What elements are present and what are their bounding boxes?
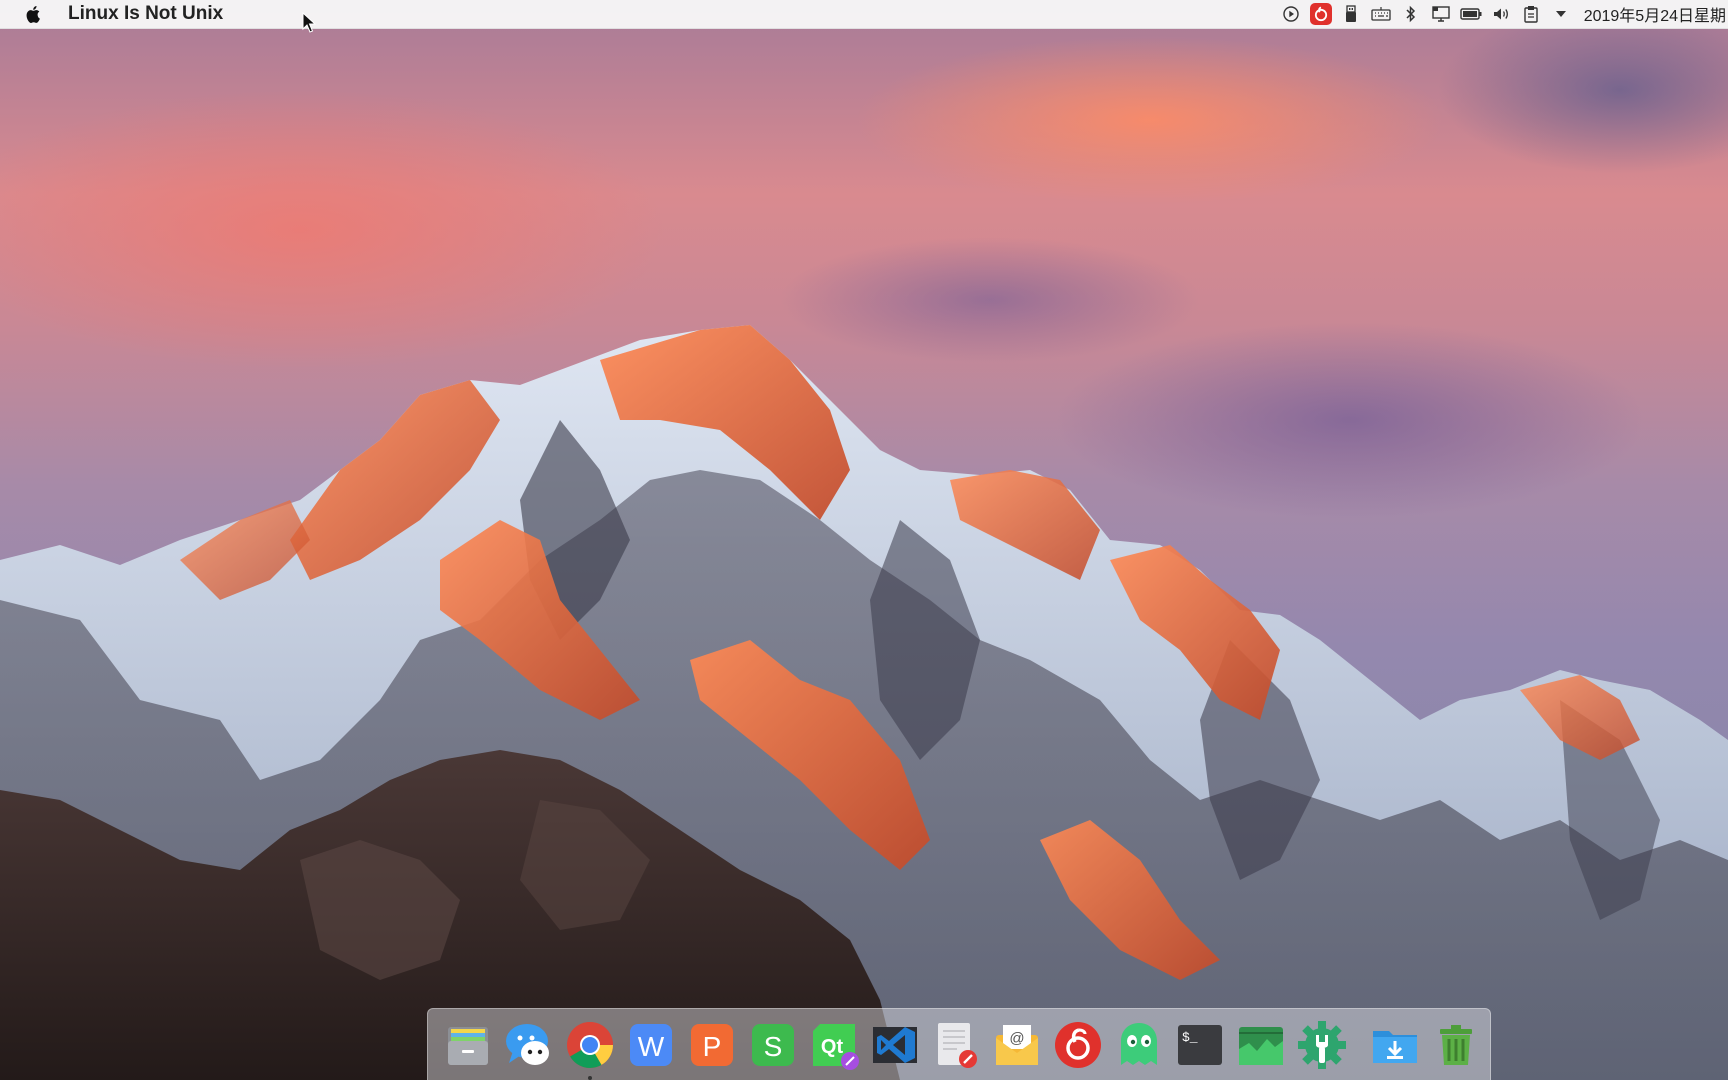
dropdown-arrow-icon[interactable] xyxy=(1550,3,1572,25)
trash-icon xyxy=(1440,1024,1472,1065)
date-time-clock[interactable]: 2019年5月24日星期 xyxy=(1584,2,1728,26)
system-monitor-icon xyxy=(1239,1026,1283,1065)
svg-text:S: S xyxy=(764,1031,783,1062)
dock-item-mail[interactable]: @ xyxy=(991,1019,1043,1071)
battery-icon[interactable] xyxy=(1460,3,1482,25)
dock-item-netease-music[interactable] xyxy=(1052,1019,1104,1071)
media-play-icon[interactable] xyxy=(1280,3,1302,25)
svg-text:P: P xyxy=(703,1031,722,1062)
keyboard-icon[interactable] xyxy=(1370,3,1392,25)
dock-item-trash[interactable] xyxy=(1430,1019,1482,1071)
svg-text:@: @ xyxy=(1009,1030,1024,1047)
vscode-icon xyxy=(873,1026,917,1063)
dock: W P S Qt @ $_ xyxy=(427,1008,1491,1080)
dock-item-ghost-app[interactable] xyxy=(1113,1019,1165,1071)
mouse-cursor-icon xyxy=(302,12,316,33)
wps-writer-icon: W xyxy=(630,1023,672,1066)
mountain-illustration xyxy=(0,325,1728,1080)
dock-item-wps-presentation[interactable]: P xyxy=(686,1019,738,1071)
clipboard-icon[interactable] xyxy=(1520,3,1542,25)
display-icon[interactable] xyxy=(1430,3,1452,25)
volume-icon[interactable] xyxy=(1490,3,1512,25)
svg-text:$_: $_ xyxy=(1182,1030,1198,1045)
svg-text:W: W xyxy=(638,1031,665,1062)
top-menu-bar: Linux Is Not Unix 2019年5月24日星期 xyxy=(0,0,1728,29)
chat-bubble-icon xyxy=(506,1023,549,1065)
usb-drive-icon[interactable] xyxy=(1340,3,1362,25)
downloads-folder-icon xyxy=(1373,1030,1417,1063)
apple-logo-icon[interactable] xyxy=(24,4,44,24)
wps-presentation-icon: P xyxy=(691,1023,733,1066)
terminal-icon: $_ xyxy=(1178,1024,1222,1065)
active-app-name[interactable]: Linux Is Not Unix xyxy=(68,4,223,24)
dock-item-downloads[interactable] xyxy=(1369,1019,1421,1071)
file-manager-icon xyxy=(448,1026,488,1065)
running-indicator xyxy=(588,1075,592,1080)
dock-item-terminal[interactable]: $_ xyxy=(1174,1019,1226,1071)
dock-item-qt-creator[interactable]: Qt xyxy=(808,1019,860,1071)
dock-item-text-editor[interactable] xyxy=(930,1019,982,1071)
gear-wrench-icon xyxy=(1298,1020,1346,1069)
dock-item-chrome[interactable] xyxy=(564,1019,616,1080)
qt-creator-icon: Qt xyxy=(813,1023,859,1070)
dock-item-vscode[interactable] xyxy=(869,1019,921,1071)
mail-icon: @ xyxy=(996,1024,1038,1065)
dock-item-wps-writer[interactable]: W xyxy=(625,1019,677,1071)
netease-music-icon[interactable] xyxy=(1309,3,1332,25)
svg-text:Qt: Qt xyxy=(821,1036,844,1058)
chrome-icon xyxy=(567,1021,613,1068)
dock-item-system-monitor[interactable] xyxy=(1235,1019,1287,1071)
dock-item-file-manager[interactable] xyxy=(442,1019,494,1071)
text-editor-icon xyxy=(938,1022,977,1068)
dock-item-settings-tools[interactable] xyxy=(1296,1019,1348,1071)
netease-music-icon xyxy=(1055,1021,1101,1068)
wps-spreadsheet-icon: S xyxy=(752,1023,794,1066)
system-tray: 2019年5月24日星期 xyxy=(1280,0,1728,28)
dock-item-chat[interactable] xyxy=(503,1019,555,1071)
green-ghost-icon xyxy=(1121,1022,1157,1065)
bluetooth-icon[interactable] xyxy=(1400,3,1422,25)
dock-item-wps-spreadsheet[interactable]: S xyxy=(747,1019,799,1071)
desktop-wallpaper xyxy=(0,0,1728,1080)
